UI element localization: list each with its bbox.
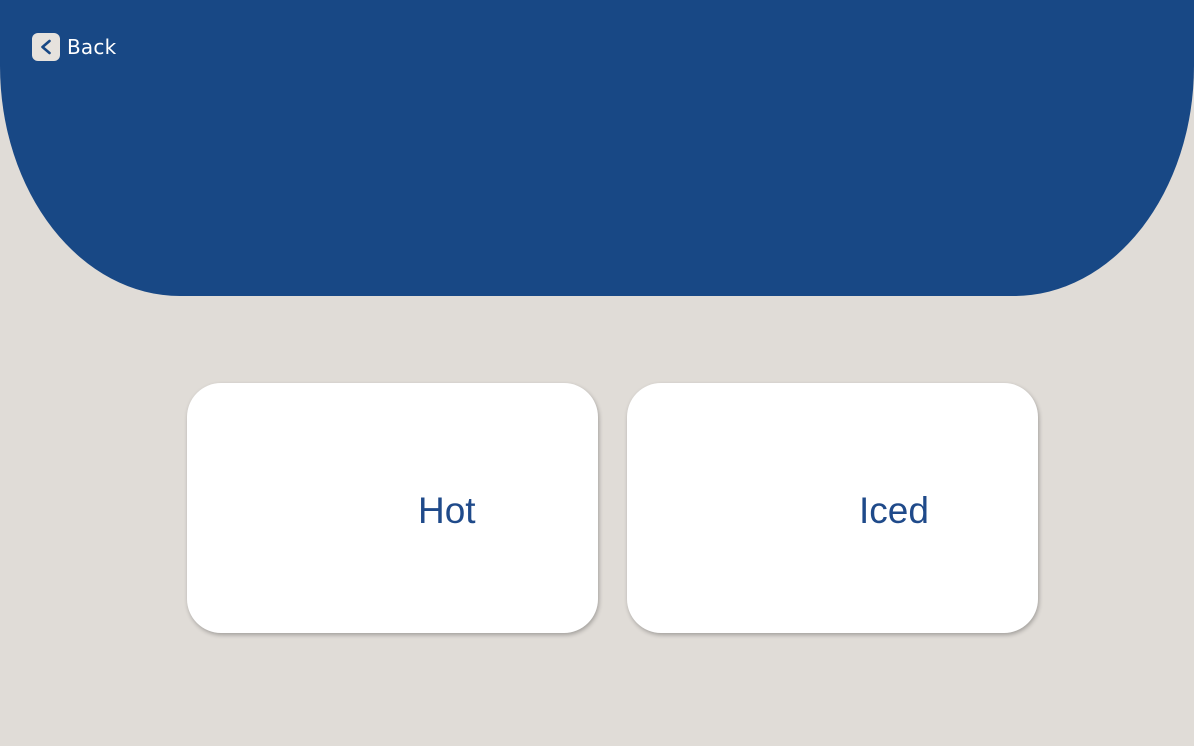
- back-label: Back: [67, 34, 117, 59]
- header-banner: [0, 0, 1194, 296]
- hot-option-button[interactable]: Hot: [187, 383, 598, 633]
- iced-option-label: Iced: [859, 490, 929, 531]
- chevron-left-icon: [32, 32, 60, 61]
- hot-option-label: Hot: [418, 490, 476, 531]
- iced-option-button[interactable]: Iced: [627, 383, 1038, 633]
- back-button[interactable]: Back: [32, 32, 116, 61]
